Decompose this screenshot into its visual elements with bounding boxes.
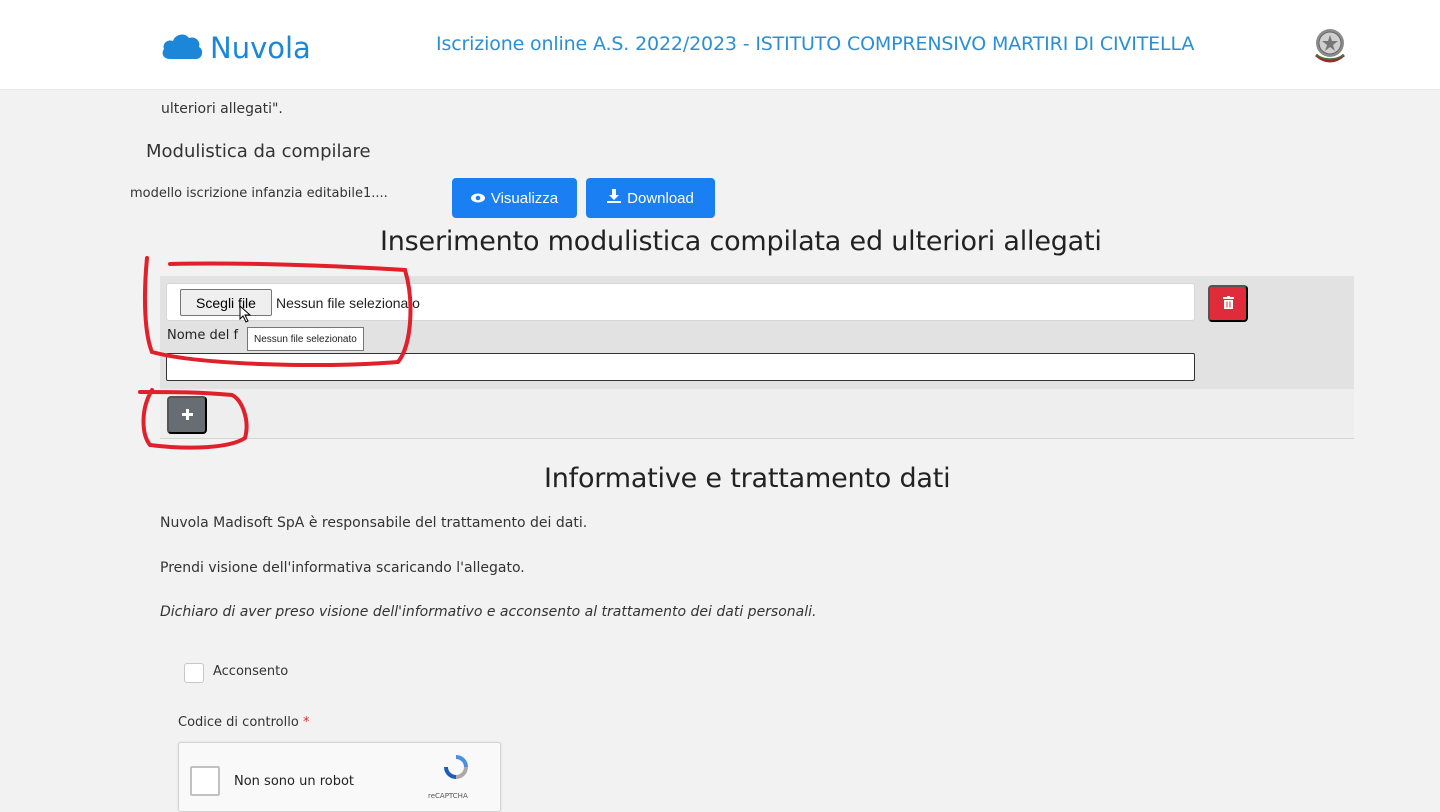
brand-logo[interactable]: Nuvola — [160, 28, 311, 68]
download-icon — [607, 189, 627, 207]
cloud-icon — [160, 31, 204, 65]
choose-file-button[interactable]: Scegli file — [180, 289, 272, 316]
view-button-label: Visualizza — [490, 189, 559, 207]
privacy-heading: Informative e trattamento dati — [544, 463, 951, 494]
upload-heading: Inserimento modulistica compilata ed ult… — [380, 226, 1102, 257]
brand-name: Nuvola — [210, 31, 311, 65]
required-mark: * — [302, 715, 310, 730]
modulistica-heading: Modulistica da compilare — [146, 141, 371, 162]
trash-icon — [1222, 295, 1234, 312]
consent-label: Acconsento — [213, 664, 289, 679]
privacy-text-2: Prendi visione dell'informativa scarican… — [160, 560, 525, 576]
file-name-label: Nome del f — [167, 328, 239, 343]
consent-checkbox[interactable] — [184, 663, 204, 683]
delete-attachment-button[interactable] — [1208, 285, 1248, 322]
recaptcha-logo-icon — [440, 752, 472, 786]
file-name-input[interactable] — [166, 353, 1195, 381]
control-code-label: Codice di controllo * — [178, 715, 309, 730]
control-code-text: Codice di controllo — [178, 715, 299, 730]
privacy-text-1: Nuvola Madisoft SpA è responsabile del t… — [160, 515, 588, 531]
top-bar: Nuvola Iscrizione online A.S. 2022/2023 … — [0, 0, 1440, 90]
download-button[interactable]: Download — [586, 178, 715, 218]
download-button-label: Download — [627, 189, 694, 207]
add-attachment-row — [160, 389, 1354, 439]
eye-icon — [470, 190, 491, 207]
mouse-cursor-icon — [239, 304, 252, 327]
add-attachment-button[interactable] — [167, 396, 207, 434]
file-status: Nessun file selezionato — [276, 295, 420, 311]
intro-text: ulteriori allegati". — [161, 101, 283, 117]
recaptcha-label: Non sono un robot — [234, 774, 355, 789]
view-button[interactable]: Visualizza — [452, 178, 577, 218]
page-title: Iscrizione online A.S. 2022/2023 - ISTIT… — [436, 33, 1195, 55]
recaptcha-checkbox[interactable] — [190, 766, 220, 796]
file-tooltip: Nessun file selezionato — [247, 327, 364, 351]
form-file-name: modello iscrizione infanzia editabile1..… — [130, 186, 388, 201]
privacy-declaration: Dichiaro di aver preso visione dell'info… — [160, 604, 817, 620]
recaptcha-brand: reCAPTCHA — [428, 792, 468, 800]
plus-icon — [181, 408, 193, 423]
emblem-icon — [1310, 25, 1350, 71]
